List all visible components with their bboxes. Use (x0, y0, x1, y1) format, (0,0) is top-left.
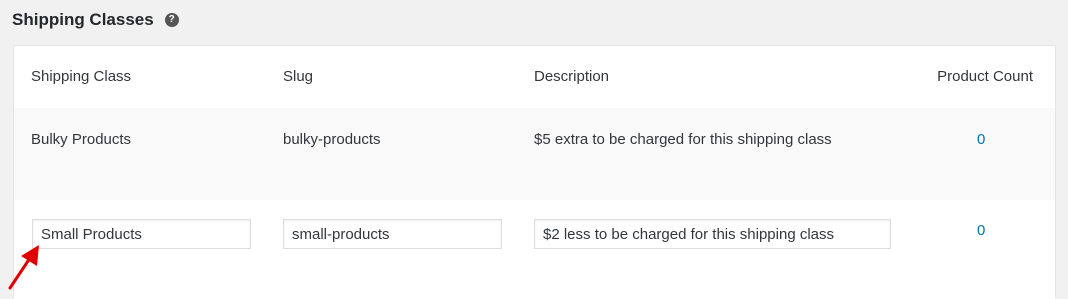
product-count-link[interactable]: 0 (977, 222, 985, 239)
shipping-classes-table: Shipping Class Slug Description Product … (13, 45, 1056, 299)
shipping-class-slug-input[interactable] (283, 219, 502, 249)
column-header-slug[interactable]: Slug (283, 68, 313, 85)
section-heading: Shipping Classes ? (12, 10, 179, 30)
table-header-row: Shipping Class Slug Description Product … (14, 46, 1055, 109)
shipping-class-name: Bulky Products (31, 131, 132, 148)
red-arrow-icon (8, 245, 39, 290)
column-header-product-count[interactable]: Product Count (937, 68, 1033, 85)
shipping-class-slug: bulky-products (283, 131, 381, 148)
question-circle-icon[interactable]: ? (164, 13, 179, 27)
shipping-class-description: $5 extra to be charged for this shipping… (534, 131, 832, 148)
column-header-shipping-class[interactable]: Shipping Class (31, 68, 131, 85)
product-count-link[interactable]: 0 (977, 131, 985, 148)
table-row[interactable]: Bulky Products bulky-products $5 extra t… (14, 108, 1055, 200)
shipping-class-description-input[interactable] (534, 219, 891, 249)
column-header-description[interactable]: Description (534, 68, 609, 85)
page-title: Shipping Classes (12, 10, 154, 29)
shipping-class-name-input[interactable] (32, 219, 251, 249)
table-row-editing: 0 (14, 200, 1055, 299)
